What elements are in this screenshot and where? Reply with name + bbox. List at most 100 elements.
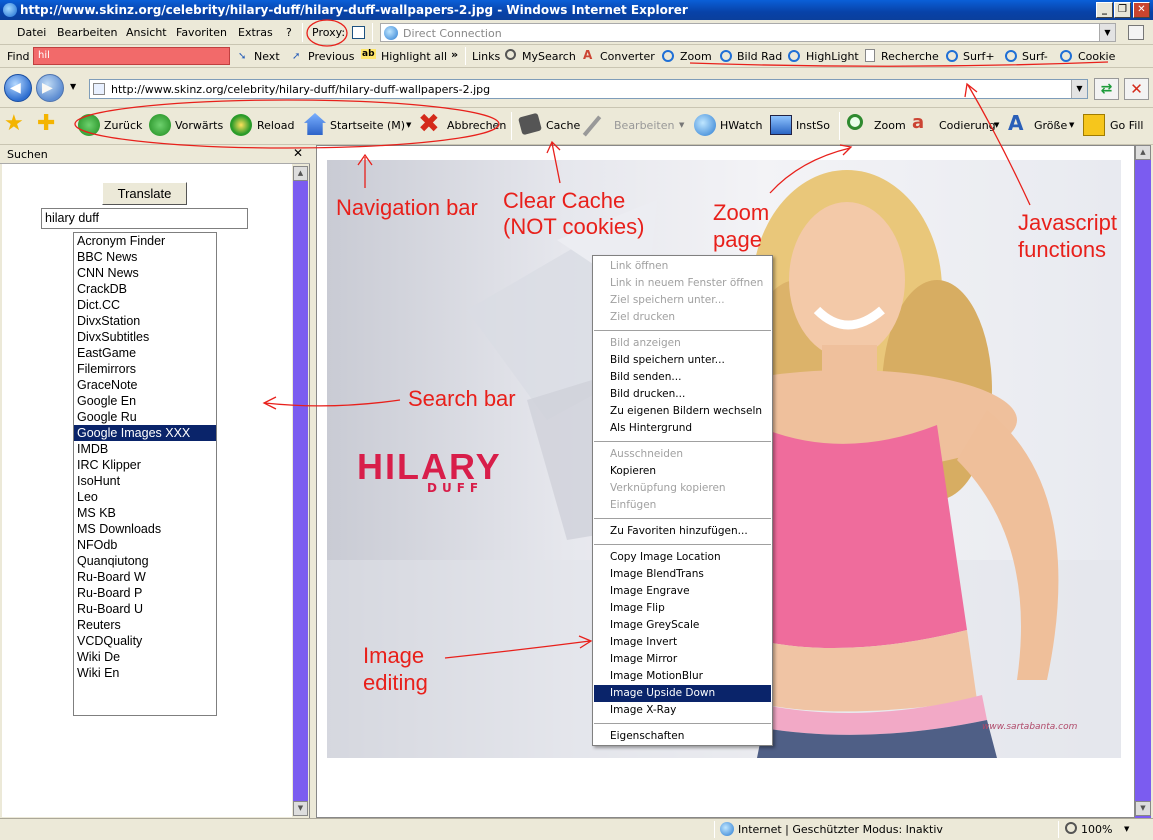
menu-extras[interactable]: Extras	[238, 26, 273, 39]
connection-select[interactable]: Direct Connection ▼	[380, 23, 1116, 42]
context-menu-item[interactable]: Bild speichern unter...	[594, 352, 771, 369]
search-engine-item[interactable]: Quanqiutong	[74, 553, 216, 569]
search-engine-item[interactable]: Filemirrors	[74, 361, 216, 377]
minimize-button[interactable]: _	[1096, 2, 1113, 18]
context-menu-item[interactable]: Copy Image Location	[594, 549, 771, 566]
toolbar-size-button[interactable]: Größe	[1034, 119, 1067, 132]
context-menu-item[interactable]: Als Hintergrund	[594, 420, 771, 437]
chevron-down-icon[interactable]: ▼	[994, 121, 999, 129]
stop-button[interactable]: ✕	[1124, 78, 1149, 100]
page-scrollbar[interactable]: ▲ ▼	[1135, 145, 1151, 818]
link-recherche[interactable]: Recherche	[881, 50, 939, 63]
restore-button[interactable]: ❐	[1114, 2, 1131, 18]
chevron-down-icon[interactable]: ▼	[1071, 80, 1087, 98]
scroll-down-icon[interactable]: ▼	[293, 801, 308, 816]
search-engine-item[interactable]: Dict.CC	[74, 297, 216, 313]
toolbar-stop-button[interactable]: Abbrechen	[447, 119, 506, 132]
chevron-down-icon[interactable]: ▼	[1124, 825, 1129, 833]
search-engine-item[interactable]: Google Ru	[74, 409, 216, 425]
close-button[interactable]: ✕	[1133, 2, 1150, 18]
menu-datei[interactable]: Datei	[17, 26, 46, 39]
search-engine-item[interactable]: BBC News	[74, 249, 216, 265]
toolbar-forward-button[interactable]: Vorwärts	[175, 119, 223, 132]
find-next-button[interactable]: Next	[254, 50, 280, 63]
toolbar-home-button[interactable]: Startseite (M)	[330, 119, 405, 132]
toolbar-back-button[interactable]: Zurück	[104, 119, 142, 132]
proxy-checkbox[interactable]	[352, 26, 365, 39]
menu-help[interactable]: ?	[286, 26, 292, 39]
context-menu-item[interactable]: Eigenschaften	[594, 728, 771, 745]
toolbar-encoding-button[interactable]: Codierung	[939, 119, 996, 132]
search-engine-item[interactable]: MS Downloads	[74, 521, 216, 537]
forward-button[interactable]: ▶	[36, 74, 64, 102]
link-surf-plus[interactable]: Surf+	[963, 50, 995, 63]
close-icon[interactable]: ✕	[293, 146, 303, 160]
link-surf-minus[interactable]: Surf-	[1022, 50, 1048, 63]
link-bild-rad[interactable]: Bild Rad	[737, 50, 782, 63]
menu-favoriten[interactable]: Favoriten	[176, 26, 227, 39]
search-engine-item[interactable]: IRC Klipper	[74, 457, 216, 473]
zoom-level[interactable]: 100%	[1081, 823, 1112, 836]
search-engine-item[interactable]: CNN News	[74, 265, 216, 281]
title-bar[interactable]: http://www.skinz.org/celebrity/hilary-du…	[0, 0, 1153, 20]
toolbar-instso-button[interactable]: InstSo	[796, 119, 830, 132]
page-tools-icon[interactable]	[1128, 25, 1144, 40]
favorites-star-icon[interactable]: ★	[4, 113, 24, 135]
find-previous-button[interactable]: Previous	[308, 50, 355, 63]
link-zoom[interactable]: Zoom	[680, 50, 712, 63]
refresh-button[interactable]: ⇄	[1094, 78, 1119, 100]
search-engine-item[interactable]: Wiki En	[74, 665, 216, 681]
search-engine-item[interactable]: GraceNote	[74, 377, 216, 393]
context-menu-item[interactable]: Image Mirror	[594, 651, 771, 668]
search-engine-item[interactable]: IsoHunt	[74, 473, 216, 489]
chevron-down-icon[interactable]: ▼	[406, 121, 411, 129]
search-engine-item[interactable]: DivxStation	[74, 313, 216, 329]
search-engine-item[interactable]: Acronym Finder	[74, 233, 216, 249]
chevron-more-icon[interactable]: »	[451, 48, 458, 61]
search-engine-item[interactable]: EastGame	[74, 345, 216, 361]
search-engine-item[interactable]: IMDB	[74, 441, 216, 457]
add-favorite-icon[interactable]: ✚	[37, 113, 55, 135]
link-mysearch[interactable]: MySearch	[522, 50, 576, 63]
search-engine-item[interactable]: Leo	[74, 489, 216, 505]
link-converter[interactable]: Converter	[600, 50, 655, 63]
context-menu-item[interactable]: Bild drucken...	[594, 386, 771, 403]
chevron-down-icon[interactable]: ▼	[679, 121, 684, 129]
context-menu-item[interactable]: Image Flip	[594, 600, 771, 617]
back-button[interactable]: ◀	[4, 74, 32, 102]
menu-ansicht[interactable]: Ansicht	[126, 26, 167, 39]
chevron-down-icon[interactable]: ▼	[1099, 24, 1115, 41]
translate-button[interactable]: Translate	[102, 182, 187, 205]
toolbar-reload-button[interactable]: Reload	[257, 119, 294, 132]
link-cookie[interactable]: Cookie	[1078, 50, 1115, 63]
context-menu-item[interactable]: Image Engrave	[594, 583, 771, 600]
search-engine-item[interactable]: CrackDB	[74, 281, 216, 297]
context-menu-item[interactable]: Bild senden...	[594, 369, 771, 386]
scroll-up-icon[interactable]: ▲	[1135, 145, 1151, 160]
highlight-all-button[interactable]: Highlight all	[381, 50, 447, 63]
toolbar-hwatch-button[interactable]: HWatch	[720, 119, 763, 132]
context-menu-item[interactable]: Kopieren	[594, 463, 771, 480]
address-input[interactable]: http://www.skinz.org/celebrity/hilary-du…	[89, 79, 1088, 99]
search-engine-item[interactable]: MS KB	[74, 505, 216, 521]
scroll-down-icon[interactable]: ▼	[1135, 801, 1151, 816]
toolbar-cache-button[interactable]: Cache	[546, 119, 580, 132]
context-menu-item[interactable]: Zu eigenen Bildern wechseln	[594, 403, 771, 420]
search-engine-item[interactable]: Reuters	[74, 617, 216, 633]
search-engine-item[interactable]: NFOdb	[74, 537, 216, 553]
search-text-input[interactable]: hilary duff	[41, 208, 248, 229]
context-menu-item[interactable]: Image BlendTrans	[594, 566, 771, 583]
menu-bearbeiten[interactable]: Bearbeiten	[57, 26, 117, 39]
context-menu-item[interactable]: Image MotionBlur	[594, 668, 771, 685]
search-engine-item[interactable]: Ru-Board P	[74, 585, 216, 601]
search-engine-item[interactable]: VCDQuality	[74, 633, 216, 649]
context-menu-item[interactable]: Zu Favoriten hinzufügen...	[594, 523, 771, 540]
toolbar-gofill-button[interactable]: Go Fill	[1110, 119, 1143, 132]
search-engine-item[interactable]: DivxSubtitles	[74, 329, 216, 345]
side-scrollbar[interactable]: ▲ ▼	[293, 166, 308, 816]
search-engine-list[interactable]: Acronym Finder BBC News CNN News CrackDB Dic…	[73, 232, 217, 716]
history-dropdown-icon[interactable]: ▼	[70, 82, 76, 91]
chevron-down-icon[interactable]: ▼	[1069, 121, 1074, 129]
context-menu-item[interactable]: Image X-Ray	[594, 702, 771, 719]
context-menu-item[interactable]: Image GreyScale	[594, 617, 771, 634]
